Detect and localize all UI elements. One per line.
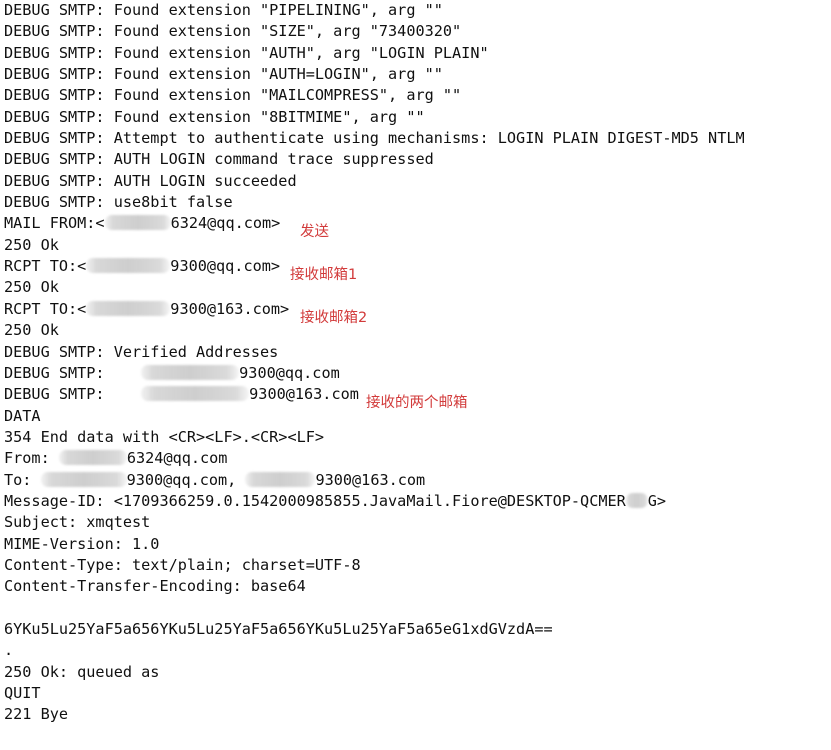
log-text: DEBUG SMTP: Found extension "SIZE", arg …	[4, 22, 462, 41]
redacted-text	[141, 364, 240, 380]
log-text: Content-Type: text/plain; charset=UTF-8	[4, 555, 361, 574]
log-text: To:	[4, 470, 41, 489]
redacted-text	[141, 386, 250, 402]
log-line: DEBUG SMTP: Found extension "MAILCOMPRES…	[0, 85, 831, 106]
redacted-text	[245, 471, 316, 487]
log-line: 250 Ok	[0, 320, 831, 341]
log-line: DEBUG SMTP: Verified Addresses	[0, 342, 831, 363]
log-text: DATA	[4, 406, 41, 425]
log-line: DEBUG SMTP: Found extension "8BITMIME", …	[0, 107, 831, 128]
log-text: MIME-Version: 1.0	[4, 534, 160, 553]
log-text: 250 Ok: queued as	[4, 662, 160, 681]
log-line: 250 Ok	[0, 235, 831, 256]
log-line: 354 End data with <CR><LF>.<CR><LF>	[0, 427, 831, 448]
log-line: DEBUG SMTP: Attempt to authenticate usin…	[0, 128, 831, 149]
log-text: DEBUG SMTP: AUTH LOGIN succeeded	[4, 171, 297, 190]
log-text: DEBUG SMTP:	[4, 363, 142, 382]
log-text: DEBUG SMTP: use8bit false	[4, 193, 233, 212]
log-line-list: DEBUG SMTP: Found extension "PIPELINING"…	[0, 0, 831, 726]
log-text: DEBUG SMTP: Found extension "MAILCOMPRES…	[4, 86, 462, 105]
log-line: QUIT	[0, 683, 831, 704]
log-line: 221 Bye	[0, 704, 831, 725]
log-text: DEBUG SMTP:	[4, 385, 142, 404]
log-line: DEBUG SMTP: use8bit false	[0, 192, 831, 213]
log-text: DEBUG SMTP: Found extension "AUTH", arg …	[4, 43, 489, 62]
redacted-text	[86, 258, 171, 274]
log-text: DEBUG SMTP: Found extension "PIPELINING"…	[4, 1, 443, 19]
log-line: DEBUG SMTP: Found extension "AUTH", arg …	[0, 43, 831, 64]
log-text: RCPT TO:<	[4, 299, 87, 318]
log-line	[0, 598, 831, 619]
smtp-debug-console: DEBUG SMTP: Found extension "PIPELINING"…	[0, 0, 831, 750]
log-text: 9300@163.com>	[170, 299, 290, 318]
recipient-1-annotation: 接收邮箱1	[290, 267, 358, 283]
both-recipients-annotation: 接收的两个邮箱	[366, 395, 468, 411]
log-text: 250 Ok	[4, 321, 59, 340]
log-line: 250 Ok: queued as	[0, 662, 831, 683]
log-text: DEBUG SMTP: Verified Addresses	[4, 342, 279, 361]
log-line: .	[0, 640, 831, 661]
log-text: 221 Bye	[4, 705, 69, 724]
log-text: 9300@qq.com	[239, 363, 340, 382]
log-text: 250 Ok	[4, 278, 59, 297]
log-line: DEBUG SMTP: Found extension "SIZE", arg …	[0, 21, 831, 42]
log-line: DEBUG SMTP: AUTH LOGIN succeeded	[0, 171, 831, 192]
log-text: G>	[647, 491, 667, 510]
log-text: Message-ID: <1709366259.0.1542000985855.…	[4, 491, 626, 510]
log-line: DEBUG SMTP: 9300@qq.com	[0, 363, 831, 384]
log-text: MAIL FROM:<	[4, 214, 105, 233]
redacted-text	[86, 300, 171, 316]
log-text: DEBUG SMTP: Attempt to authenticate usin…	[4, 129, 745, 148]
log-text: 9300@163.com	[249, 385, 359, 404]
recipient-2-annotation: 接收邮箱2	[300, 310, 368, 326]
log-text: Subject: xmqtest	[4, 513, 151, 532]
log-line: 6YKu5Lu25YaF5a656YKu5Lu25YaF5a656YKu5Lu2…	[0, 619, 831, 640]
log-text: 6YKu5Lu25YaF5a656YKu5Lu25YaF5a656YKu5Lu2…	[4, 619, 553, 638]
log-line: Message-ID: <1709366259.0.1542000985855.…	[0, 491, 831, 512]
log-text: 9300@qq.com>	[170, 257, 281, 276]
log-line: Content-Transfer-Encoding: base64	[0, 576, 831, 597]
log-line: Content-Type: text/plain; charset=UTF-8	[0, 555, 831, 576]
log-text: RCPT TO:<	[4, 257, 87, 276]
log-text: QUIT	[4, 684, 41, 702]
log-text: From:	[4, 449, 59, 468]
log-text: DEBUG SMTP: AUTH LOGIN command trace sup…	[4, 150, 434, 169]
log-line: 250 Ok	[0, 277, 831, 298]
log-text: DEBUG SMTP: Found extension "8BITMIME", …	[4, 107, 425, 126]
redacted-text	[625, 492, 648, 508]
redacted-text	[58, 450, 127, 466]
log-text: .	[4, 641, 14, 660]
log-text: 6324@qq.com>	[170, 214, 281, 233]
log-line: MIME-Version: 1.0	[0, 534, 831, 555]
log-text: 250 Ok	[4, 235, 59, 254]
redacted-text	[40, 471, 127, 487]
log-text: Content-Transfer-Encoding: base64	[4, 577, 306, 596]
log-line: RCPT TO:< 9300@qq.com>	[0, 256, 831, 277]
log-line: DEBUG SMTP: Found extension "PIPELINING"…	[0, 0, 831, 21]
log-text: 354 End data with <CR><LF>.<CR><LF>	[4, 427, 325, 446]
redacted-text	[104, 215, 171, 231]
log-text: DEBUG SMTP: Found extension "AUTH=LOGIN"…	[4, 65, 443, 84]
log-line: RCPT TO:< 9300@163.com>	[0, 299, 831, 320]
log-line: To: 9300@qq.com, 9300@163.com	[0, 470, 831, 491]
log-text: 9300@qq.com,	[126, 470, 246, 489]
log-line: Subject: xmqtest	[0, 512, 831, 533]
log-line: MAIL FROM:< 6324@qq.com>	[0, 213, 831, 234]
log-text: 6324@qq.com	[126, 449, 228, 468]
log-text: 9300@163.com	[315, 470, 426, 489]
log-line: From: 6324@qq.com	[0, 448, 831, 469]
sender-annotation: 发送	[300, 224, 329, 240]
log-line: DEBUG SMTP: Found extension "AUTH=LOGIN"…	[0, 64, 831, 85]
log-line: DEBUG SMTP: AUTH LOGIN command trace sup…	[0, 149, 831, 170]
